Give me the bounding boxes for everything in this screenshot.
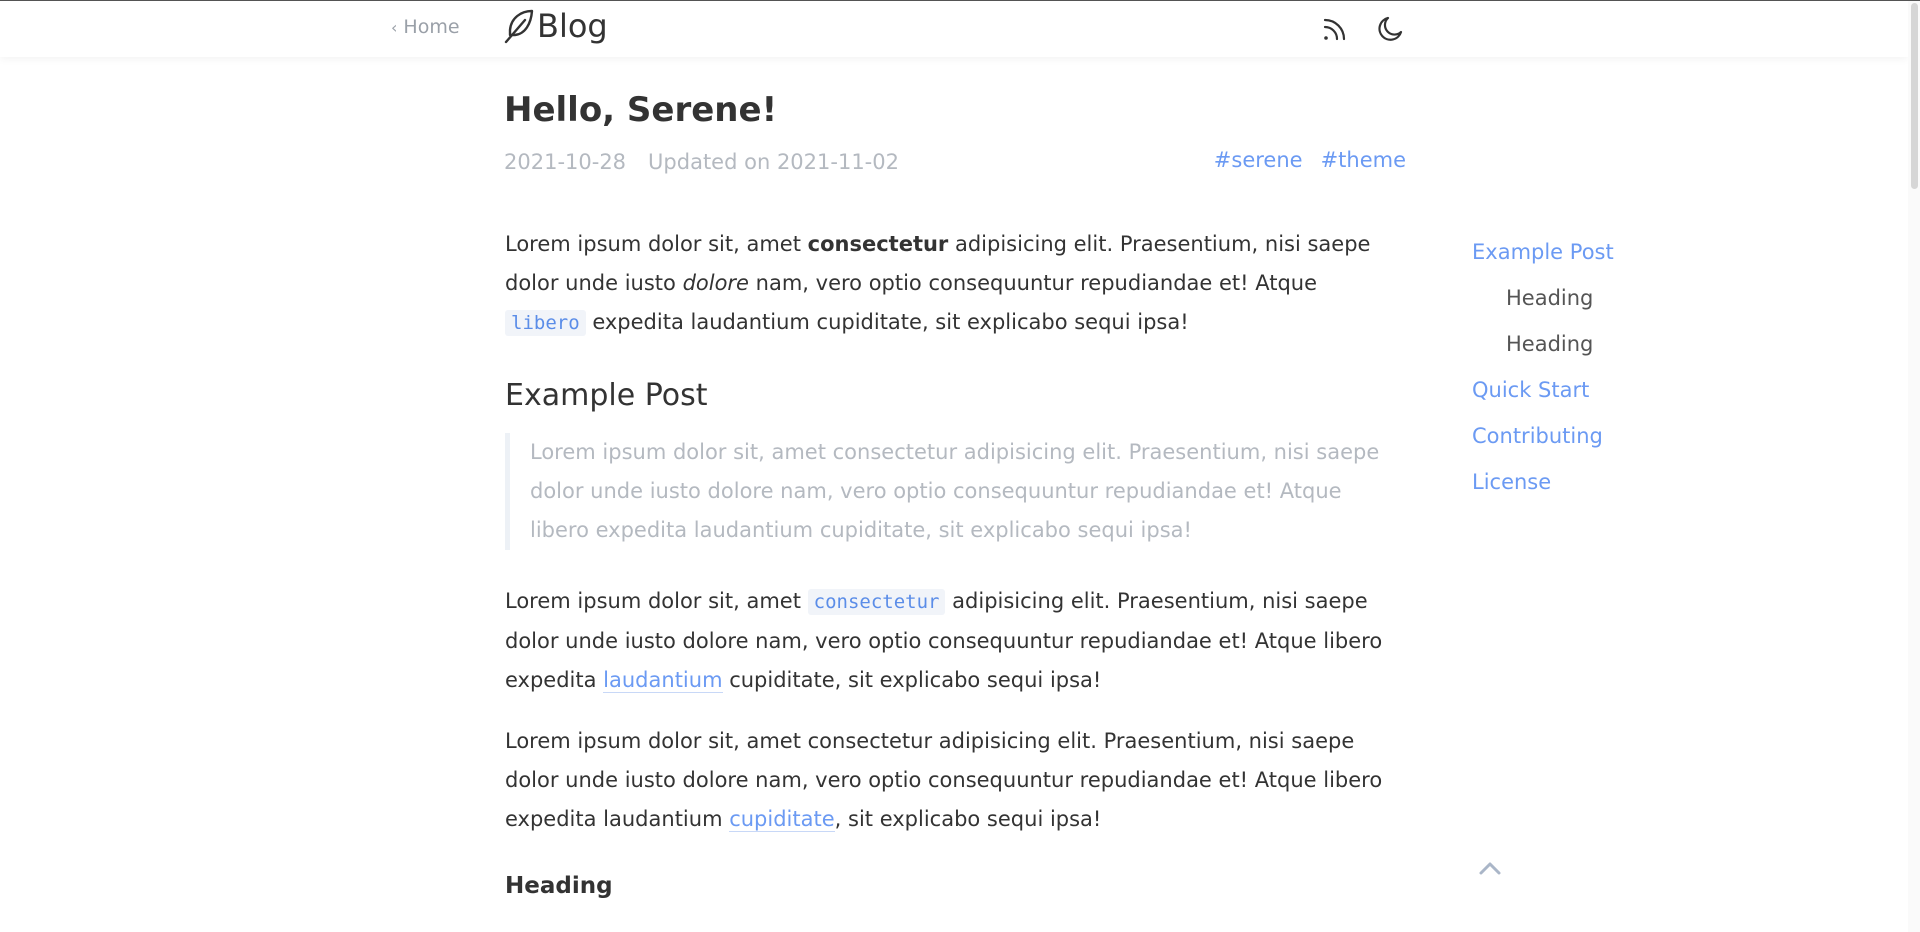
- inline-code: libero: [505, 310, 586, 336]
- post-date: 2021-10-28: [504, 150, 627, 174]
- chevron-up-icon[interactable]: [1475, 857, 1505, 881]
- inline-link[interactable]: laudantium: [603, 668, 723, 693]
- quote-text: Lorem ipsum dolor sit, amet consectetur …: [530, 440, 1380, 542]
- toc-item-quick-start[interactable]: Quick Start: [1472, 372, 1614, 418]
- inline-code: consectetur: [807, 589, 946, 615]
- brand[interactable]: Blog: [503, 7, 608, 45]
- subsection-heading: Heading: [505, 873, 613, 899]
- tag-link[interactable]: #serene: [1214, 148, 1303, 172]
- post-content: Lorem ipsum dolor sit, amet consectetur …: [505, 225, 1395, 901]
- bold-text: consectetur: [807, 232, 949, 256]
- feather-icon: [503, 8, 535, 44]
- site-header: ‹ Home Blog: [0, 1, 1908, 57]
- toc-item-heading[interactable]: Heading: [1472, 326, 1614, 372]
- post-tags: #serene #theme: [1196, 148, 1406, 172]
- toc-item-heading[interactable]: Heading: [1472, 280, 1614, 326]
- toc-item-contributing[interactable]: Contributing: [1472, 418, 1614, 464]
- home-link[interactable]: ‹ Home: [391, 16, 460, 38]
- inline-link[interactable]: cupiditate: [729, 807, 835, 832]
- scrollbar-thumb[interactable]: [1911, 3, 1918, 189]
- home-link-label: Home: [403, 16, 460, 38]
- brand-name: Blog: [537, 7, 608, 45]
- paragraph: Lorem ipsum dolor sit, amet consectetur …: [505, 729, 1383, 832]
- blockquote: Lorem ipsum dolor sit, amet consectetur …: [505, 433, 1395, 550]
- section-heading: Example Post: [505, 378, 708, 413]
- rss-icon[interactable]: [1320, 14, 1350, 44]
- table-of-contents: Example Post Heading Heading Quick Start…: [1472, 234, 1614, 510]
- paragraph: Lorem ipsum dolor sit, amet consectetur …: [505, 232, 1371, 336]
- italic-text: dolore: [682, 271, 749, 295]
- moon-icon[interactable]: [1375, 14, 1405, 44]
- paragraph: Lorem ipsum dolor sit, amet consectetur …: [505, 589, 1383, 693]
- tag-link[interactable]: #theme: [1321, 148, 1406, 172]
- post-updated: Updated on 2021-11-02: [648, 150, 899, 174]
- chevron-left-icon: ‹: [391, 17, 398, 37]
- post-title: Hello, Serene!: [504, 90, 778, 130]
- toc-item-example-post[interactable]: Example Post: [1472, 234, 1614, 280]
- scrollbar[interactable]: [1908, 1, 1920, 932]
- toc-item-license[interactable]: License: [1472, 464, 1614, 510]
- post-meta: 2021-10-28 Updated on 2021-11-02: [504, 150, 899, 174]
